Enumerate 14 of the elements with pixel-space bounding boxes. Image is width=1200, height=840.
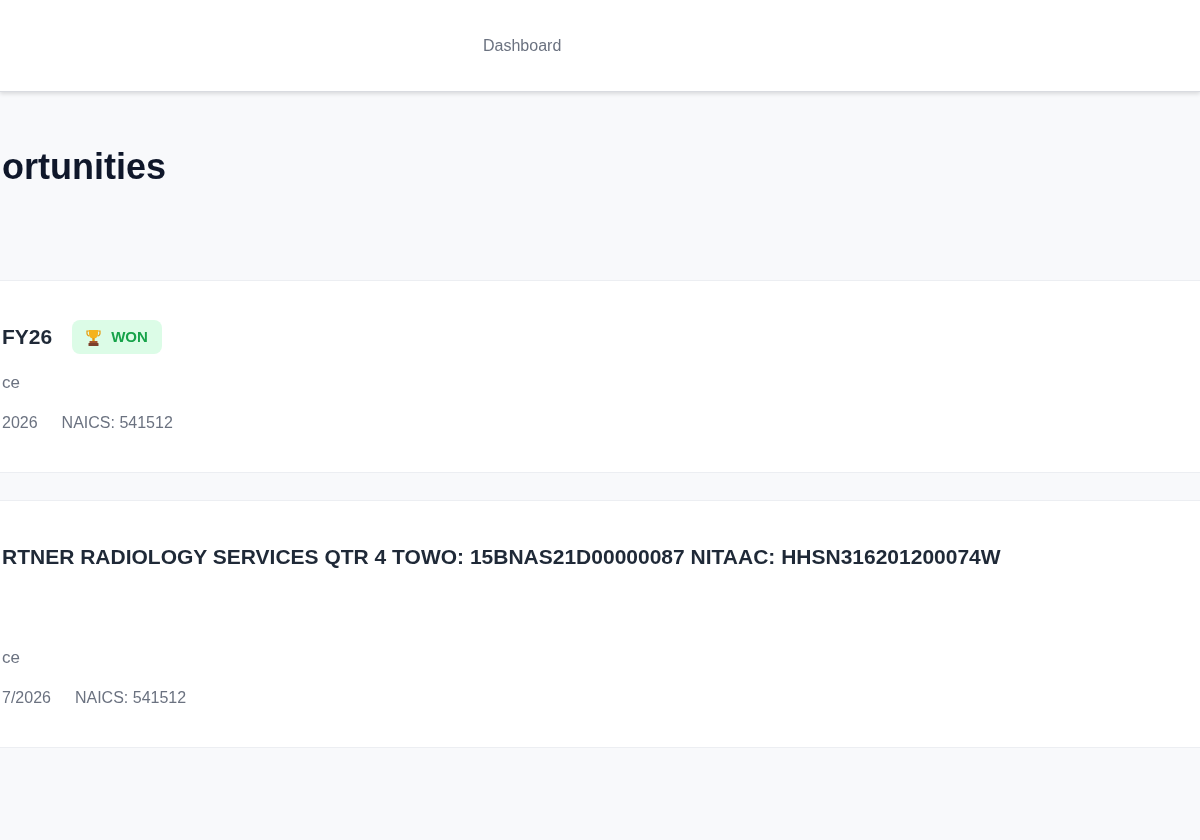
agency-text: ce — [2, 647, 20, 669]
status-badge: WON — [72, 320, 162, 354]
opportunity-card[interactable]: RTNER RADIOLOGY SERVICES QTR 4 TOWO: 15BNAS21D00000087 NITAAC: HHSN316201200074W ce 7/2026 NAICS: 541512 — [0, 500, 1200, 748]
meta-text: NAICS: 541512 — [61, 413, 173, 433]
opportunity-card[interactable]: FY26 WON ce 2026 NAICS: 541512 — [0, 280, 1200, 473]
trophy-icon — [86, 328, 102, 346]
nav-link[interactable]: Dashboard — [483, 33, 562, 58]
page-title: ortunities — [1, 147, 166, 187]
opportunity-title: FY26 — [2, 324, 53, 350]
meta-text: NAICS: 541512 — [74, 688, 187, 708]
meta-text: 2026 — [2, 413, 38, 433]
meta-text: 7/2026 — [2, 688, 51, 708]
opportunity-title: RTNER RADIOLOGY SERVICES QTR 4 TOWO: 15BNAS21D00000087 NITAAC: HHSN316201200074W — [2, 544, 1001, 570]
agency-text: ce — [2, 372, 20, 394]
